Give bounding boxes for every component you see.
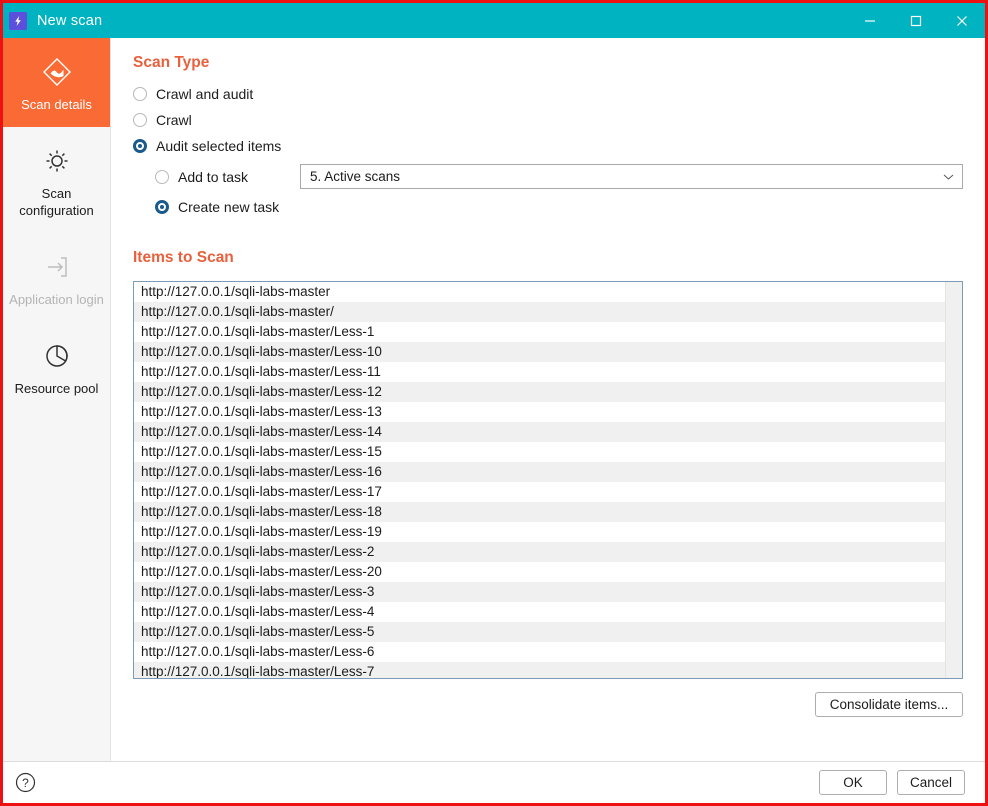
dialog-footer: ? OK Cancel bbox=[3, 761, 985, 803]
sidebar-nav: Scan details Scan configuration Applicat… bbox=[3, 38, 111, 761]
dialog-body: Scan details Scan configuration Applicat… bbox=[3, 38, 985, 761]
radio-indicator bbox=[133, 139, 147, 153]
lightning-bolt-icon bbox=[9, 11, 27, 30]
sidebar-item-scan-details[interactable]: Scan details bbox=[3, 38, 110, 127]
ok-button[interactable]: OK bbox=[818, 770, 887, 795]
minimize-icon[interactable] bbox=[847, 3, 893, 38]
items-to-scan-heading: Items to Scan bbox=[133, 249, 234, 266]
window-title: New scan bbox=[37, 12, 103, 29]
cancel-button[interactable]: Cancel bbox=[896, 770, 965, 795]
consolidate-bar: Consolidate items... bbox=[133, 679, 963, 717]
list-item[interactable]: http://127.0.0.1/sqli-labs-master/Less-5 bbox=[134, 622, 945, 642]
maximize-icon[interactable] bbox=[893, 3, 939, 38]
list-item[interactable]: http://127.0.0.1/sqli-labs-master/Less-1… bbox=[134, 422, 945, 442]
items-list-scrollbar[interactable] bbox=[945, 282, 962, 678]
list-item[interactable]: http://127.0.0.1/sqli-labs-master/Less-1… bbox=[134, 482, 945, 502]
pie-chart-icon bbox=[7, 336, 106, 376]
close-icon[interactable] bbox=[939, 3, 985, 38]
list-item[interactable]: http://127.0.0.1/sqli-labs-master/Less-2 bbox=[134, 542, 945, 562]
consolidate-items-button[interactable]: Consolidate items... bbox=[815, 692, 963, 717]
task-select-value: 5. Active scans bbox=[310, 169, 401, 184]
login-arrow-icon bbox=[7, 247, 106, 287]
items-to-scan-list[interactable]: http://127.0.0.1/sqli-labs-master http://… bbox=[133, 281, 963, 679]
content-panel: Scan Type Crawl and audit Crawl Audit se… bbox=[111, 38, 985, 761]
list-item[interactable]: http://127.0.0.1/sqli-labs-master/Less-4 bbox=[134, 602, 945, 622]
sidebar-item-label: Application login bbox=[9, 292, 104, 307]
window-controls bbox=[847, 3, 985, 38]
list-item[interactable]: http://127.0.0.1/sqli-labs-master/Less-1… bbox=[134, 342, 945, 362]
scan-details-icon bbox=[7, 52, 106, 92]
radio-indicator bbox=[133, 87, 147, 101]
help-circle-icon[interactable]: ? bbox=[15, 772, 36, 793]
sidebar-item-resource-pool[interactable]: Resource pool bbox=[3, 322, 110, 411]
list-item[interactable]: http://127.0.0.1/sqli-labs-master/Less-2… bbox=[134, 562, 945, 582]
items-list-rows: http://127.0.0.1/sqli-labs-master http://… bbox=[134, 282, 945, 678]
list-item[interactable]: http://127.0.0.1/sqli-labs-master/Less-1… bbox=[134, 382, 945, 402]
list-item[interactable]: http://127.0.0.1/sqli-labs-master/Less-1… bbox=[134, 402, 945, 422]
list-item[interactable]: http://127.0.0.1/sqli-labs-master bbox=[134, 282, 945, 302]
sidebar-item-label: Scan details bbox=[21, 97, 92, 112]
list-item[interactable]: http://127.0.0.1/sqli-labs-master/Less-1… bbox=[134, 462, 945, 482]
gear-icon bbox=[7, 141, 106, 181]
radio-label-add-to-task: Add to task bbox=[178, 168, 249, 185]
radio-label: Crawl bbox=[156, 112, 192, 128]
list-item[interactable]: http://127.0.0.1/sqli-labs-master/ bbox=[134, 302, 945, 322]
list-item[interactable]: http://127.0.0.1/sqli-labs-master/Less-1… bbox=[134, 522, 945, 542]
list-item[interactable]: http://127.0.0.1/sqli-labs-master/Less-7 bbox=[134, 662, 945, 678]
list-item[interactable]: http://127.0.0.1/sqli-labs-master/Less-1… bbox=[134, 442, 945, 462]
add-to-task-row: Add to task 5. Active scans bbox=[155, 164, 963, 189]
radio-audit-selected-items[interactable]: Audit selected items bbox=[133, 138, 963, 154]
chevron-down-icon bbox=[943, 173, 954, 181]
svg-text:?: ? bbox=[22, 776, 29, 790]
radio-indicator bbox=[155, 200, 169, 214]
sidebar-item-label: Scan configuration bbox=[19, 186, 94, 218]
list-item[interactable]: http://127.0.0.1/sqli-labs-master/Less-1… bbox=[134, 502, 945, 522]
task-select[interactable]: 5. Active scans bbox=[300, 164, 963, 189]
radio-label: Create new task bbox=[178, 199, 280, 215]
title-bar: New scan bbox=[3, 3, 985, 38]
sidebar-item-application-login[interactable]: Application login bbox=[3, 233, 110, 322]
radio-indicator bbox=[133, 113, 147, 127]
scan-type-heading: Scan Type bbox=[133, 54, 210, 71]
radio-crawl-and-audit[interactable]: Crawl and audit bbox=[133, 86, 963, 102]
radio-label: Crawl and audit bbox=[156, 86, 254, 102]
list-item[interactable]: http://127.0.0.1/sqli-labs-master/Less-1 bbox=[134, 322, 945, 342]
radio-indicator[interactable] bbox=[155, 169, 169, 184]
radio-create-new-task[interactable]: Create new task bbox=[155, 199, 963, 215]
list-item[interactable]: http://127.0.0.1/sqli-labs-master/Less-3 bbox=[134, 582, 945, 602]
new-scan-dialog: New scan Scan details Scan configuration… bbox=[0, 0, 988, 806]
radio-label: Audit selected items bbox=[156, 138, 282, 154]
list-item[interactable]: http://127.0.0.1/sqli-labs-master/Less-6 bbox=[134, 642, 945, 662]
sidebar-item-label: Resource pool bbox=[14, 381, 99, 396]
sidebar-item-scan-configuration[interactable]: Scan configuration bbox=[3, 127, 110, 233]
list-item[interactable]: http://127.0.0.1/sqli-labs-master/Less-1… bbox=[134, 362, 945, 382]
radio-crawl[interactable]: Crawl bbox=[133, 112, 963, 128]
